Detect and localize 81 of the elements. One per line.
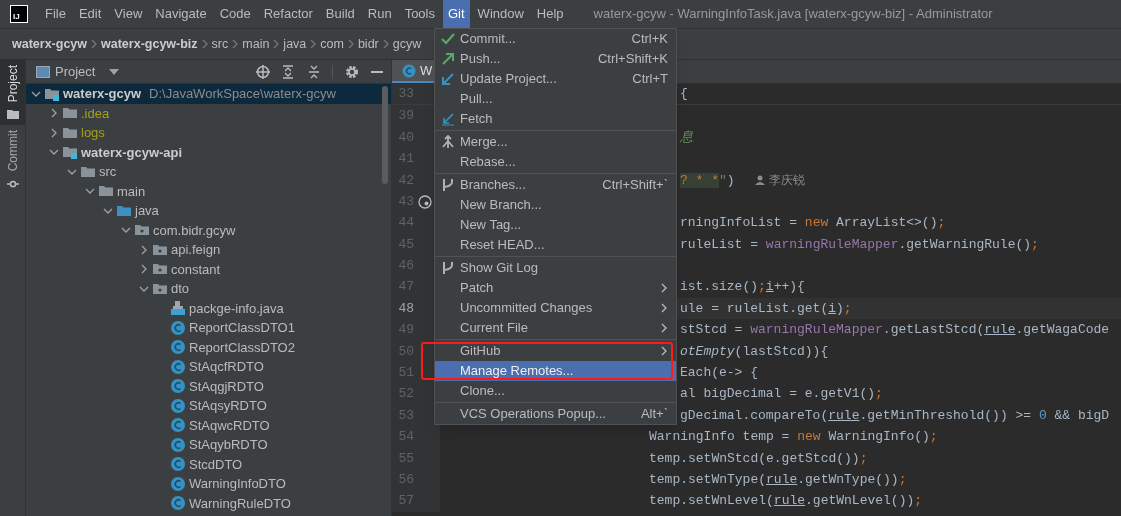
breadcrumb-item[interactable]: waterx-gcyw-biz [101,34,198,54]
menu-item[interactable]: VCS Operations Popup... Alt+` [435,404,676,424]
menu-item[interactable]: Git [443,0,470,28]
tree-item[interactable]: logs [26,123,391,143]
menu-item[interactable]: Show Git Log [435,258,676,278]
tree-item[interactable]: WarningRuleDTO [26,493,391,513]
code-line: ? * *") [680,171,735,190]
menu-item[interactable]: Patch [435,278,676,298]
code-line: WarningInfo temp = new WarningInfo(); [649,428,938,447]
menu-item[interactable]: Window [472,0,529,28]
breadcrumb-item[interactable]: src [211,34,229,54]
tree-item[interactable]: StcdDTO [26,454,391,474]
code-line: rningInfoList = new ArrayList<>(); [680,214,946,233]
code-line: 息 [680,128,693,147]
menu-item[interactable]: Uncommitted Changes [435,298,676,318]
code-line: temp.setWnType(rule.getWnType()); [649,470,907,489]
menu-item[interactable]: Merge... [435,132,676,152]
tree-item[interactable]: waterx-gcyw-api [26,142,391,162]
window-title: waterx-gcyw - WarningInfoTask.java [waterx-gcyw-biz] - Administrator [593,5,993,24]
code-line: Each(e-> { [680,364,758,382]
breadcrumb-item[interactable]: bidr [357,34,379,54]
tree-item[interactable]: WarningInfoDTO [26,474,391,494]
tree-item[interactable]: StAqgjRDTO [26,376,391,396]
menu-item[interactable]: Build [320,0,360,28]
tree-item[interactable]: api.feign [26,240,391,260]
menu-item[interactable]: Pull... [435,89,676,109]
tree-item[interactable]: java [26,201,391,221]
tree-item[interactable]: StAqcfRDTO [26,357,391,377]
code-line: al bigDecimal = e.getV1(); [680,385,883,404]
code-line: stStcd = warningRuleMapper.getLastStcd(rule.getWagaCode [680,321,1110,340]
tree-item[interactable]: src [26,162,391,182]
app-logo: IJ [10,5,28,23]
author-hint: 李庆锐 [754,171,805,190]
menu-item[interactable]: Code [214,0,256,28]
tree-item[interactable]: dto [26,279,391,299]
code-line: gDecimal.compareTo(rule.getMinThreshold()) >= 0 && bigD [680,406,1110,425]
tree-item[interactable]: com.bidr.gcyw [26,220,391,240]
menu-item[interactable]: Reset HEAD... [435,235,676,255]
menu-item[interactable]: Run [362,0,397,28]
breadcrumb-item[interactable]: gcyw [392,34,422,54]
breadcrumb-item[interactable]: com [320,34,344,54]
tree-item[interactable]: StAqsyRDTO [26,396,391,416]
tool-window-button[interactable]: Project [0,60,25,126]
tree-item[interactable]: main [26,181,391,201]
menu-item[interactable]: Refactor [258,0,318,28]
code-line: { [680,85,688,104]
tree-item[interactable]: packge-info.java [26,298,391,318]
panel-title[interactable]: Project [55,61,96,82]
code-line: temp.setWnStcd(e.getStcd()); [649,449,868,468]
menu-item[interactable]: Tools [399,0,440,28]
line-number: 48 [397,299,414,318]
menu-item[interactable]: Fetch [435,109,676,129]
tree-item[interactable]: StAqwcRDTO [26,415,391,435]
menu-item[interactable]: Commit... Ctrl+K [435,29,676,49]
menu-item[interactable]: New Branch... [435,195,676,215]
tree-item[interactable]: waterx-gcyw D:\JavaWorkSpace\waterx-gcyw [26,84,391,104]
breadcrumb-item[interactable]: java [283,34,307,54]
menu-item[interactable]: Branches... Ctrl+Shift+` [435,175,676,195]
code-line: otEmpty(lastStcd)){ [680,342,829,361]
code-line: ist.size();i++){ [680,278,805,297]
menu-item[interactable]: Clone... [435,381,676,401]
tree-item[interactable]: .idea [26,103,391,123]
tool-window-button[interactable]: Commit [0,125,25,195]
menu-item[interactable]: Rebase... [435,152,676,172]
menu-item[interactable]: New Tag... [435,215,676,235]
menu-item[interactable]: GitHub [435,341,676,361]
code-line: ule = ruleList.get(i); [680,299,852,318]
menu-item[interactable]: Current File [435,318,676,338]
tree-item[interactable]: ReportClassDTO1 [26,318,391,338]
tree-item[interactable]: StAqybRDTO [26,435,391,455]
code-line: temp.setWnLevel(rule.getWnLevel()); [649,492,923,511]
menu-item[interactable]: File [40,0,71,28]
code-line: ruleList = warningRuleMapper.getWarningRule(); [680,235,1039,254]
menu-item[interactable]: Navigate [150,0,212,28]
menu-item[interactable]: Edit [73,0,107,28]
tree-item[interactable]: constant [26,259,391,279]
menu-item[interactable]: View [109,0,148,28]
tree-item[interactable]: ReportClassDTO2 [26,337,391,357]
breadcrumb-item[interactable]: waterx-gcyw [12,34,88,54]
breadcrumb-item[interactable]: main [242,34,270,54]
menu-item[interactable]: Help [531,0,569,28]
